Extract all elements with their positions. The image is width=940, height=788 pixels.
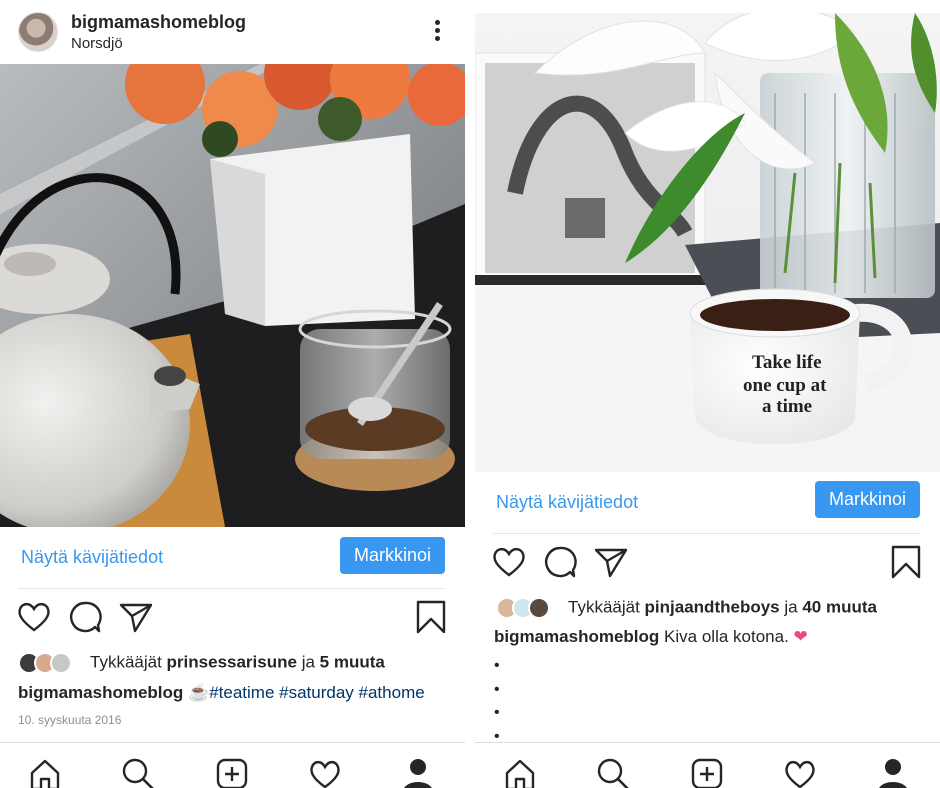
post-caption: bigmamashomeblog ☕#teatime #saturday #at… xyxy=(18,683,425,703)
caption-username[interactable]: bigmamashomeblog xyxy=(494,627,659,646)
tea-emoji: ☕ xyxy=(188,683,210,702)
likes-prefix: Tykkääjät xyxy=(90,652,162,672)
activity-icon[interactable] xyxy=(308,757,342,788)
more-options-icon[interactable] xyxy=(435,20,441,44)
likes-prefix: Tykkääjät xyxy=(568,597,640,617)
search-icon[interactable] xyxy=(121,757,155,788)
caption-text: Kiva olla kotona. xyxy=(664,627,789,646)
add-icon[interactable] xyxy=(690,757,724,788)
liker-avatars xyxy=(496,597,562,619)
liker-username[interactable]: pinjaandtheboys xyxy=(645,597,780,616)
heart-icon[interactable] xyxy=(16,599,52,635)
right-screenshot: Take life one cup at a time Näytä kävijä… xyxy=(475,0,940,788)
caption-hashtags[interactable]: #teatime #saturday #athome xyxy=(209,683,424,702)
heart-emoji: ❤ xyxy=(793,627,808,646)
promote-button[interactable]: Markkinoi xyxy=(814,481,920,518)
left-screenshot: bigmamashomeblog Norsdjö Näytä kävijätie… xyxy=(0,0,465,788)
bottom-nav xyxy=(475,742,940,788)
share-icon[interactable] xyxy=(593,544,629,580)
liker-username[interactable]: prinsessarisune xyxy=(167,652,297,671)
comment-icon[interactable] xyxy=(67,599,103,635)
post-header: bigmamashomeblog Norsdjö xyxy=(0,6,465,62)
mug-text-line-1: Take life xyxy=(752,352,822,373)
caption-bullets: • • • • xyxy=(494,654,500,748)
bookmark-icon[interactable] xyxy=(888,544,924,580)
profile-icon[interactable] xyxy=(401,757,435,788)
likes-others[interactable]: 40 muuta xyxy=(802,597,877,616)
view-insights-link[interactable]: Näytä kävijätiedot xyxy=(21,547,163,568)
status-bar xyxy=(475,0,940,10)
post-location[interactable]: Norsdjö xyxy=(71,35,123,52)
post-actions xyxy=(475,542,940,586)
share-icon[interactable] xyxy=(118,599,154,635)
caption-username[interactable]: bigmamashomeblog xyxy=(18,683,183,702)
search-icon[interactable] xyxy=(596,757,630,788)
likes-others[interactable]: 5 muuta xyxy=(320,652,385,671)
heart-icon[interactable] xyxy=(491,544,527,580)
view-insights-link[interactable]: Näytä kävijätiedot xyxy=(496,492,638,513)
activity-icon[interactable] xyxy=(783,757,817,788)
post-photo[interactable] xyxy=(0,64,465,527)
panel-gap xyxy=(465,0,475,788)
likes-join: ja xyxy=(301,652,315,672)
home-icon[interactable] xyxy=(28,757,62,788)
likes-summary[interactable]: Tykkääjät prinsessarisune ja 5 muuta xyxy=(18,652,385,674)
liker-avatars xyxy=(18,652,84,674)
home-icon[interactable] xyxy=(503,757,537,788)
profile-icon[interactable] xyxy=(876,757,910,788)
add-icon[interactable] xyxy=(215,757,249,788)
promote-button[interactable]: Markkinoi xyxy=(339,537,445,574)
avatar[interactable] xyxy=(18,12,58,52)
bullet-line: • xyxy=(494,657,500,674)
post-caption: bigmamashomeblog Kiva olla kotona. ❤ xyxy=(494,627,808,647)
bookmark-icon[interactable] xyxy=(413,599,449,635)
comment-icon[interactable] xyxy=(542,544,578,580)
post-photo[interactable]: Take life one cup at a time xyxy=(475,13,940,472)
post-date: 10. syyskuuta 2016 xyxy=(18,713,122,727)
promote-bar: Näytä kävijätiedot Markkinoi xyxy=(0,527,465,589)
bullet-line: • xyxy=(494,680,500,698)
post-username[interactable]: bigmamashomeblog xyxy=(71,12,246,33)
likes-summary[interactable]: Tykkääjät pinjaandtheboys ja 40 muuta xyxy=(496,597,877,619)
bullet-line: • xyxy=(494,704,500,721)
post-actions xyxy=(0,597,465,641)
mug-text-line-3: a time xyxy=(762,396,812,417)
divider xyxy=(18,588,445,589)
promote-bar: Näytä kävijätiedot Markkinoi xyxy=(475,472,940,534)
mug-text-line-2: one cup at xyxy=(743,375,827,396)
divider xyxy=(493,533,920,534)
likes-join: ja xyxy=(784,597,798,617)
bottom-nav xyxy=(0,742,465,788)
